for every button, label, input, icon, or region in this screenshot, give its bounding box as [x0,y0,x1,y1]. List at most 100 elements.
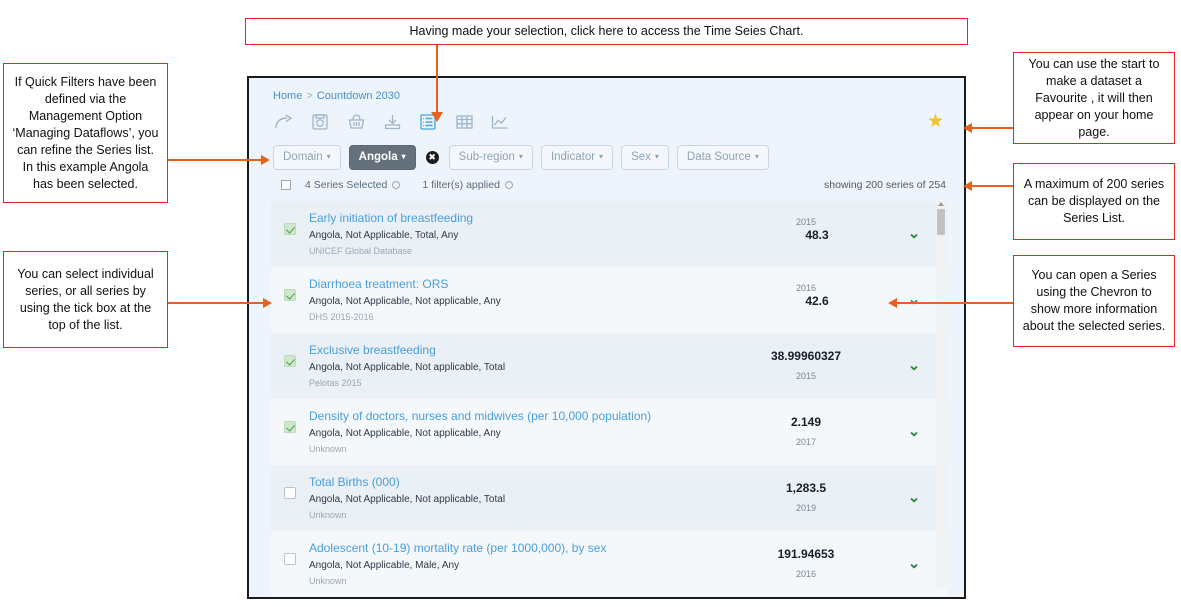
series-title[interactable]: Total Births (000) [309,475,721,490]
callout-quick-filters: If Quick Filters have been defined via t… [3,63,168,203]
connector-showing-arrow [963,181,972,191]
series-checkbox-cell [271,541,309,565]
series-checkbox-cell [271,277,309,301]
quick-filter-bar: Domain ▾ Angola ▾ ✖ Sub-region ▾ Indicator ▾… [249,136,964,170]
series-checkbox-cell [271,343,309,367]
callout-favourite-star-text: You can use the start to make a dataset … [1028,56,1160,139]
table-view-icon[interactable] [453,112,475,132]
series-source: Unknown [309,444,347,454]
filter-sex-button[interactable]: Sex ▾ [621,145,669,170]
breadcrumb-home[interactable]: Home [273,90,302,102]
application-panel: Home > Countdown 2030 ★ Domain ▾ Angola … [247,76,966,599]
series-year: 2016 [795,569,817,579]
series-value: 38.99960327 [770,349,842,363]
series-year: 2016 [795,283,817,293]
callout-open-series-chevron-text: You can open a Series using the Chevron … [1022,268,1166,333]
callout-max-series: A maximum of 200 series can be displayed… [1013,163,1175,240]
share-icon[interactable] [273,112,295,132]
series-title[interactable]: Early initiation of breastfeeding [309,211,721,226]
series-info: Adolescent (10-19) mortality rate (per 1… [309,541,731,587]
basket-icon[interactable] [345,112,367,132]
table-row[interactable]: Adolescent (10-19) mortality rate (per 1… [271,531,947,597]
favourite-star-icon[interactable]: ★ [927,112,944,131]
info-icon[interactable] [392,181,401,189]
series-year: 2015 [795,217,817,227]
save-icon[interactable] [309,112,331,132]
series-info: Total Births (000) Angola, Not Applicabl… [309,475,731,521]
callout-time-series-chart: Having made your selection, click here t… [245,18,968,45]
series-title[interactable]: Density of doctors, nurses and midwives … [309,409,721,424]
series-info: Density of doctors, nurses and midwives … [309,409,731,455]
download-icon[interactable] [381,112,403,132]
connector-showing [968,185,1013,187]
series-value-cell: 1,283.5 2019 [731,475,881,515]
connector-quick-filters [168,159,262,161]
callout-max-series-text: A maximum of 200 series can be displayed… [1023,177,1165,225]
connector-star-arrow [963,123,972,133]
series-checkbox[interactable] [284,553,296,565]
filter-indicator-label: Indicator [550,151,596,163]
series-dimensions: Angola, Not Applicable, Total, Any [309,230,459,241]
connector-select-series [168,302,264,304]
filters-applied-count: 1 filter(s) applied [422,179,500,191]
series-source: Unknown [309,576,347,586]
table-row[interactable]: Early initiation of breastfeeding Angola… [271,201,947,267]
series-value-cell: 191.94653 2016 [731,541,881,581]
showing-series-count: showing 200 series of 254 [824,179,946,191]
series-checkbox[interactable] [284,487,296,499]
table-row[interactable]: Density of doctors, nurses and midwives … [271,399,947,465]
callout-open-series-chevron: You can open a Series using the Chevron … [1013,255,1175,347]
series-dimensions: Angola, Not Applicable, Not applicable, … [309,362,506,373]
chevron-down-icon: ▾ [654,152,659,161]
info-icon[interactable] [504,181,513,189]
filter-subregion-button[interactable]: Sub-region ▾ [448,145,533,170]
series-value: 2.149 [790,415,822,429]
series-value-cell: 2.149 2017 [731,409,881,449]
series-info: Early initiation of breastfeeding Angola… [309,211,731,257]
filter-domain-label: Domain [283,151,323,163]
series-checkbox-cell [271,211,309,235]
series-list-scrollbar[interactable] [936,201,946,588]
series-value: 42.6 [805,294,829,308]
selection-status-row: 4 Series Selected 1 filter(s) applied sh… [249,170,964,191]
breadcrumb: Home > Countdown 2030 [249,78,964,102]
series-selected-count: 4 Series Selected [305,179,388,191]
series-source: Pelotas 2015 [309,378,362,388]
series-value: 1,283.5 [785,481,827,495]
series-value-cell: 2016 42.6 [731,277,881,309]
filter-indicator-button[interactable]: Indicator ▾ [540,145,614,170]
breadcrumb-countdown-2030[interactable]: Countdown 2030 [317,90,400,102]
series-dimensions: Angola, Not Applicable, Male, Any [309,560,460,571]
series-info: Exclusive breastfeeding Angola, Not Appl… [309,343,731,389]
series-title[interactable]: Exclusive breastfeeding [309,343,721,358]
series-checkbox[interactable] [284,289,296,301]
scrollbar-thumb[interactable] [937,209,945,235]
series-source: DHS 2015-2016 [309,312,374,322]
table-row[interactable]: Total Births (000) Angola, Not Applicabl… [271,465,947,531]
filter-country-button[interactable]: Angola ▾ [348,145,416,170]
series-value: 48.3 [805,228,829,242]
table-row[interactable]: Diarrhoea treatment: ORS Angola, Not App… [271,267,947,333]
filter-datasource-button[interactable]: Data Source ▾ [676,145,769,170]
time-series-chart-icon[interactable] [489,112,511,132]
series-checkbox[interactable] [284,355,296,367]
chevron-down-icon: ▾ [599,152,604,161]
filter-domain-button[interactable]: Domain ▾ [273,145,341,170]
connector-chevron-arrow [888,298,897,308]
series-title[interactable]: Diarrhoea treatment: ORS [309,277,721,292]
chevron-down-icon: ▾ [401,152,406,161]
series-list: Early initiation of breastfeeding Angola… [271,201,947,597]
series-rows: Early initiation of breastfeeding Angola… [271,201,947,597]
scroll-up-arrow-icon[interactable] [938,202,944,206]
series-checkbox[interactable] [284,223,296,235]
connector-select-series-arrow [263,298,272,308]
select-all-checkbox[interactable] [281,180,291,190]
table-row[interactable]: Exclusive breastfeeding Angola, Not Appl… [271,333,947,399]
series-checkbox[interactable] [284,421,296,433]
breadcrumb-separator: > [306,90,313,102]
clear-filter-icon[interactable]: ✖ [425,151,439,164]
series-dimensions: Angola, Not Applicable, Not applicable, … [309,428,501,439]
callout-time-series-chart-text: Having made your selection, click here t… [409,24,804,38]
connector-chevron [893,302,1013,304]
series-title[interactable]: Adolescent (10-19) mortality rate (per 1… [309,541,721,556]
